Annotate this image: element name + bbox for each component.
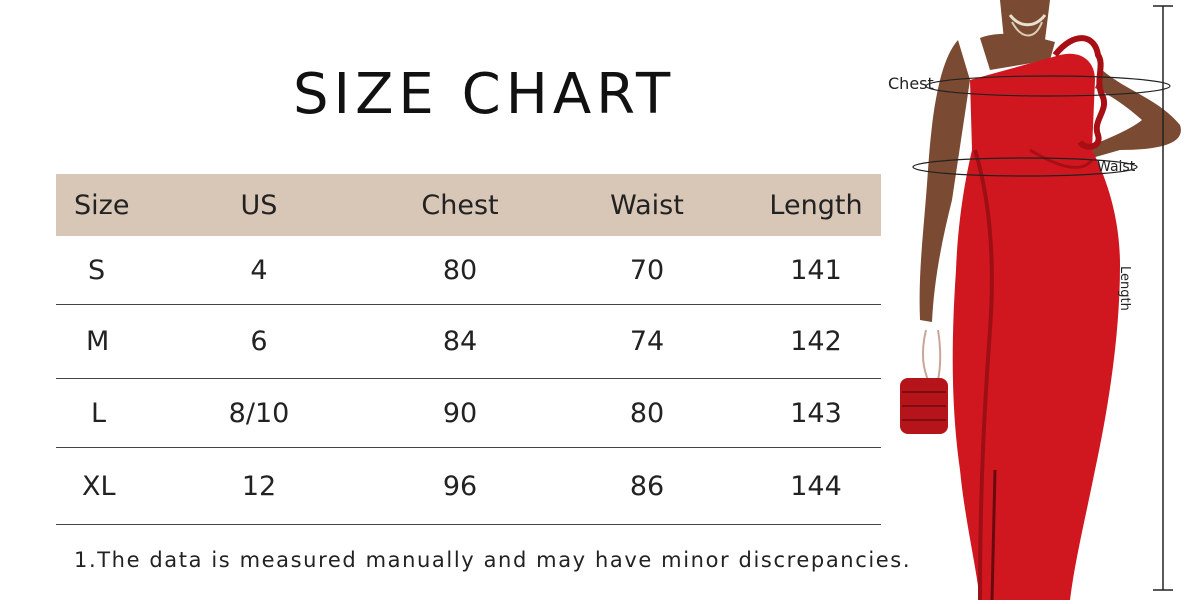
cell-chest: 84 [442,326,478,357]
length-label: Length [1117,266,1132,311]
cell-waist: 74 [629,326,665,357]
waist-label: Waist [1097,159,1136,175]
chest-label: Chest [888,74,934,93]
cell-size: M [86,326,110,357]
cell-us: 4 [250,254,268,286]
column-header-us: US [240,189,278,221]
cell-chest: 90 [442,397,478,429]
table-row: XL 12 96 86 144 [56,448,881,525]
table-header-row: Size US Chest Waist Length [56,174,881,236]
cell-length: 142 [790,326,842,357]
table-row: L 8/10 90 80 143 [56,379,881,448]
cell-length: 144 [790,470,842,502]
cell-size: XL [82,470,116,502]
measurement-note: 1.The data is measured manually and may … [74,548,912,572]
column-header-chest: Chest [421,189,499,221]
cell-us: 12 [241,470,277,502]
cell-waist: 70 [629,254,665,286]
table-row: S 4 80 70 141 [56,236,881,305]
cell-waist: 86 [629,470,665,502]
cell-size: S [88,254,106,286]
cell-us: 6 [250,326,268,357]
cell-length: 141 [790,254,842,286]
size-table: Size US Chest Waist Length S 4 80 70 141… [56,174,881,525]
cell-chest: 96 [442,470,478,502]
cell-waist: 80 [629,397,665,429]
handbag-icon [900,329,948,434]
page-title: SIZE CHART [293,62,676,127]
column-header-length: Length [769,189,863,221]
cell-chest: 80 [442,254,478,286]
column-header-size: Size [74,189,130,221]
column-header-waist: Waist [610,189,684,221]
table-row: M 6 84 74 142 [56,305,881,379]
cell-length: 143 [790,397,842,429]
cell-size: L [91,397,107,429]
product-figure: Chest Waist Length [880,0,1200,601]
cell-us: 8/10 [228,397,290,429]
